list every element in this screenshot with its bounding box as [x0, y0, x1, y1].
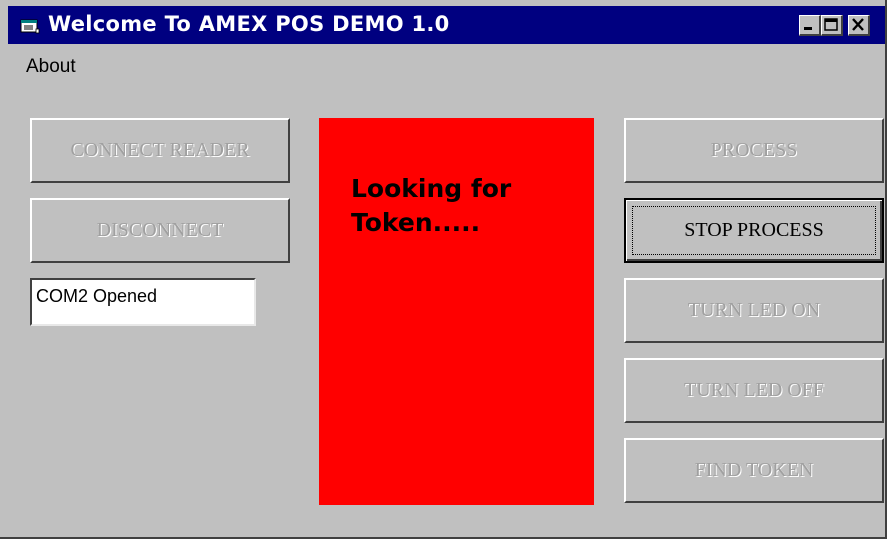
turn-led-off-label: TURN LED OFF: [683, 379, 824, 401]
status-field-value: COM2 Opened: [36, 286, 158, 306]
maximize-button[interactable]: [821, 15, 843, 36]
disconnect-label: DISCONNECT: [96, 219, 224, 241]
close-button[interactable]: [848, 15, 870, 36]
maximize-icon: [824, 18, 838, 31]
turn-led-off-button[interactable]: TURN LED OFF: [624, 358, 884, 423]
minimize-icon: [804, 27, 812, 30]
process-label: PROCESS: [710, 139, 798, 161]
connect-reader-label: CONNECT READER: [70, 139, 250, 161]
status-field[interactable]: COM2 Opened: [30, 278, 256, 326]
process-button[interactable]: PROCESS: [624, 118, 884, 183]
disconnect-button[interactable]: DISCONNECT: [30, 198, 290, 263]
status-message: Looking for Token.....: [351, 174, 512, 237]
turn-led-on-label: TURN LED ON: [687, 299, 821, 321]
find-token-button[interactable]: FIND TOKEN: [624, 438, 884, 503]
window-title: Welcome To AMEX POS DEMO 1.0: [48, 12, 450, 36]
app-icon[interactable]: [20, 18, 40, 34]
app-window: Welcome To AMEX POS DEMO 1.0 About CONNE…: [0, 0, 887, 539]
menu-about[interactable]: About: [26, 56, 76, 78]
turn-led-on-button[interactable]: TURN LED ON: [624, 278, 884, 343]
close-icon: [852, 18, 864, 31]
connect-reader-button[interactable]: CONNECT READER: [30, 118, 290, 183]
title-bar[interactable]: Welcome To AMEX POS DEMO 1.0: [8, 6, 885, 44]
menu-bar: About: [8, 44, 885, 77]
find-token-label: FIND TOKEN: [694, 459, 814, 481]
stop-process-button[interactable]: STOP PROCESS: [624, 198, 884, 263]
minimize-button[interactable]: [799, 15, 821, 36]
status-panel: Looking for Token.....: [319, 118, 594, 505]
stop-process-label: STOP PROCESS: [684, 219, 824, 241]
